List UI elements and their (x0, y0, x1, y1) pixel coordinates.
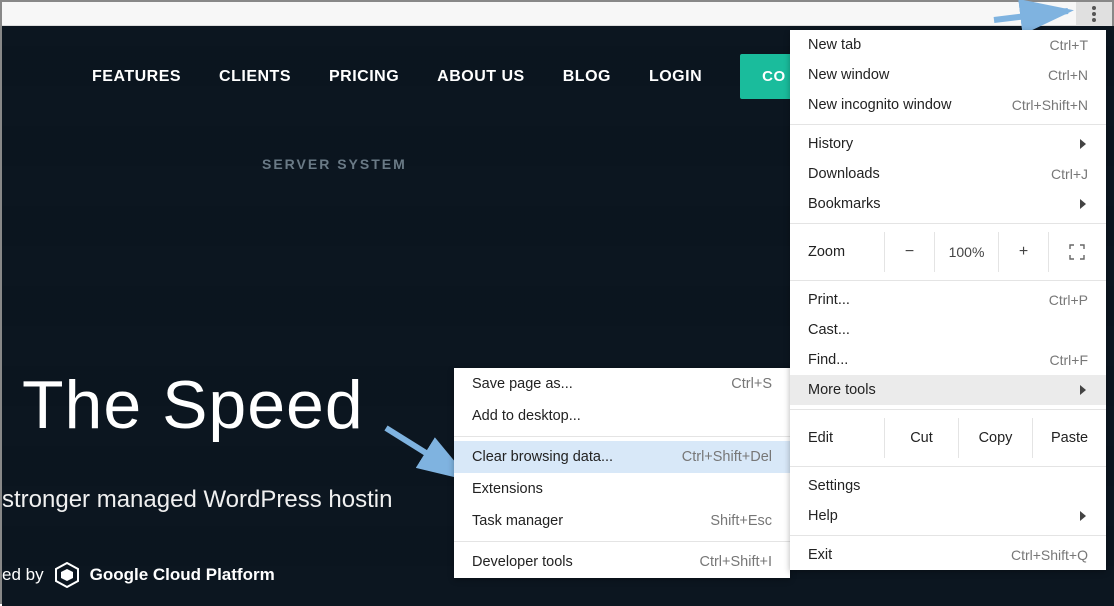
menu-incognito[interactable]: New incognito windowCtrl+Shift+N (790, 90, 1106, 120)
edit-paste[interactable]: Paste (1032, 418, 1106, 458)
nav-features[interactable]: FEATURES (92, 68, 181, 86)
menu-separator (790, 535, 1106, 536)
nav-blog[interactable]: BLOG (563, 68, 611, 86)
menu-new-tab[interactable]: New tabCtrl+T (790, 30, 1106, 60)
menu-zoom-row: Zoom − 100% + (790, 228, 1106, 276)
menu-cast[interactable]: Cast... (790, 315, 1106, 345)
chevron-right-icon (1078, 511, 1088, 521)
fullscreen-icon (1069, 244, 1085, 260)
menu-more-tools[interactable]: More tools (790, 375, 1106, 405)
zoom-out-button[interactable]: − (884, 232, 934, 272)
edit-label: Edit (808, 430, 884, 446)
more-tools-submenu: Save page as...Ctrl+S Add to desktop... … (454, 368, 790, 578)
powered-by-label: ed by (2, 565, 44, 585)
chevron-right-icon (1078, 139, 1088, 149)
zoom-label: Zoom (808, 244, 884, 260)
chrome-main-menu: New tabCtrl+T New windowCtrl+N New incog… (790, 30, 1106, 570)
edit-copy[interactable]: Copy (958, 418, 1032, 458)
nav-login[interactable]: LOGIN (649, 68, 702, 86)
fullscreen-button[interactable] (1048, 232, 1104, 272)
gcp-hex-icon (54, 562, 80, 588)
nav-about[interactable]: ABOUT US (437, 68, 525, 86)
menu-bookmarks[interactable]: Bookmarks (790, 189, 1106, 219)
nav-clients[interactable]: CLIENTS (219, 68, 291, 86)
submenu-save-page[interactable]: Save page as...Ctrl+S (454, 368, 790, 400)
hero-title: The Speed (22, 366, 364, 444)
submenu-add-desktop[interactable]: Add to desktop... (454, 400, 790, 432)
menu-separator (790, 124, 1106, 125)
server-system-label: SERVER SYSTEM (262, 156, 407, 172)
menu-exit[interactable]: ExitCtrl+Shift+Q (790, 540, 1106, 570)
menu-separator (790, 223, 1106, 224)
nav-pricing[interactable]: PRICING (329, 68, 399, 86)
menu-downloads[interactable]: DownloadsCtrl+J (790, 159, 1106, 189)
menu-history[interactable]: History (790, 129, 1106, 159)
menu-settings[interactable]: Settings (790, 471, 1106, 501)
powered-by-row: ed by Google Cloud Platform (2, 562, 275, 588)
submenu-separator (454, 436, 790, 437)
menu-print[interactable]: Print...Ctrl+P (790, 285, 1106, 315)
chrome-menu-button[interactable] (1076, 2, 1112, 26)
menu-help[interactable]: Help (790, 501, 1106, 531)
kebab-icon (1092, 6, 1096, 22)
submenu-separator (454, 541, 790, 542)
menu-separator (790, 466, 1106, 467)
menu-separator (790, 280, 1106, 281)
menu-separator (790, 409, 1106, 410)
chevron-right-icon (1078, 385, 1088, 395)
menu-find[interactable]: Find...Ctrl+F (790, 345, 1106, 375)
submenu-clear-browsing-data[interactable]: Clear browsing data...Ctrl+Shift+Del (454, 441, 790, 473)
edit-cut[interactable]: Cut (884, 418, 958, 458)
submenu-extensions[interactable]: Extensions (454, 473, 790, 505)
zoom-value: 100% (934, 232, 998, 272)
gcp-text: Google Cloud Platform (90, 565, 275, 585)
submenu-task-manager[interactable]: Task managerShift+Esc (454, 505, 790, 537)
browser-toolbar (2, 2, 1112, 26)
hero-subtitle: stronger managed WordPress hostin (2, 486, 392, 514)
menu-new-window[interactable]: New windowCtrl+N (790, 60, 1106, 90)
submenu-developer-tools[interactable]: Developer toolsCtrl+Shift+I (454, 546, 790, 578)
menu-edit-row: Edit Cut Copy Paste (790, 414, 1106, 462)
zoom-in-button[interactable]: + (998, 232, 1048, 272)
chevron-right-icon (1078, 199, 1088, 209)
